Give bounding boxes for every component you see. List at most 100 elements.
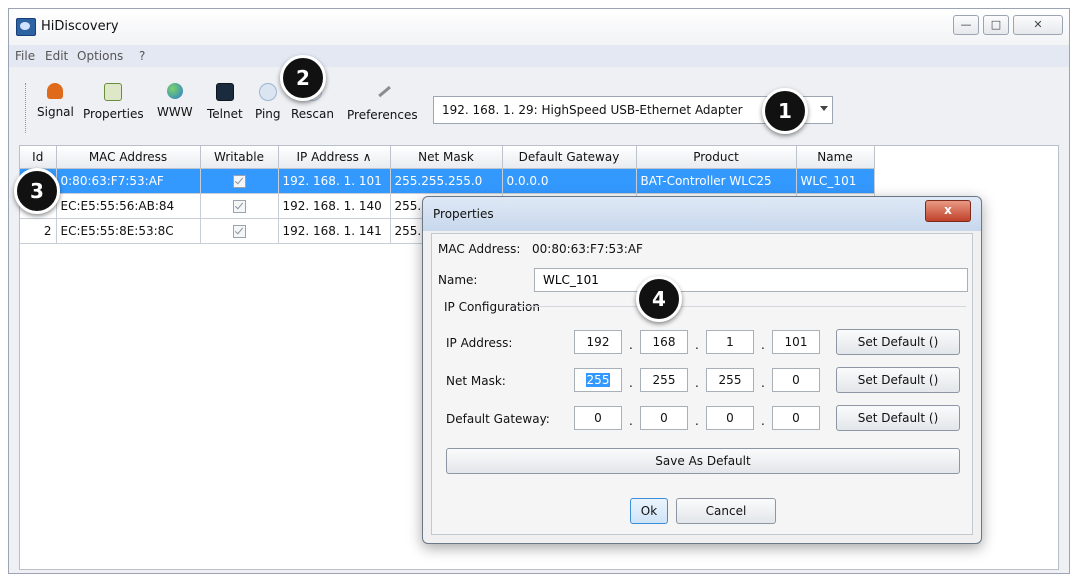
octet-dot: . [761,414,765,428]
cell-id: 2 [20,218,57,244]
dialog-body: MAC Address: 00:80:63:F7:53:AF Name: IP … [431,233,973,535]
cell-mac: 0:80:63:F7:53:AF [56,168,201,194]
dialog-title: Properties [433,207,494,221]
gw-set-default-button[interactable]: Set Default () [836,405,960,431]
mask-octet-1[interactable]: 255 [574,368,622,392]
chevron-down-icon [820,106,828,111]
callout-badge-2: 2 [280,55,326,101]
ip-config-group-title: IP Configuration [444,300,540,314]
cell-gateway: 0.0.0.0 [502,168,637,194]
toolbar: Signal Properties WWW Telnet Ping Rescan… [9,67,1069,145]
window-title: HiDiscovery [41,19,119,34]
toolbar-grip [25,83,28,133]
callout-badge-1: 1 [762,88,808,134]
name-input[interactable] [534,268,968,292]
writable-checkbox[interactable] [232,175,246,188]
table-row[interactable]: 0:80:63:F7:53:AF 192. 168. 1. 101 255.25… [20,168,875,194]
gw-octet-3[interactable]: 0 [706,406,754,430]
menu-bar: File Edit Options ? [9,45,1069,68]
adapter-select-value: 192. 168. 1. 29: HighSpeed USB-Ethernet … [442,103,743,117]
title-bar: HiDiscovery — □ ✕ [9,9,1069,46]
save-as-default-button[interactable]: Save As Default [446,448,960,474]
www-button[interactable]: WWW [157,83,193,119]
ping-button[interactable]: Ping [255,83,281,121]
ip-address-label: IP Address: [446,336,513,350]
menu-help[interactable]: ? [139,49,145,63]
dialog-close-button[interactable]: x [925,200,971,222]
gw-octet-1[interactable]: 0 [574,406,622,430]
mask-octet-4[interactable]: 0 [772,368,820,392]
octet-dot: . [695,338,699,352]
net-mask-label: Net Mask: [446,374,506,388]
name-label: Name: [438,273,478,287]
cell-mac: EC:E5:55:56:AB:84 [56,193,201,219]
window-close-button[interactable]: ✕ [1013,15,1063,35]
menu-file[interactable]: File [15,49,35,63]
preferences-button[interactable]: Preferences [347,79,418,122]
signal-button[interactable]: Signal [37,83,74,119]
ip-octet-1[interactable]: 192 [574,330,622,354]
ip-set-default-button[interactable]: Set Default () [836,329,960,355]
column-header-gateway[interactable]: Default Gateway [502,146,637,169]
properties-button[interactable]: Properties [83,83,144,121]
cell-writable [200,193,279,219]
column-header-id[interactable]: Id [20,146,57,169]
cell-mac: EC:E5:55:8E:53:8C [56,218,201,244]
column-header-product[interactable]: Product [636,146,797,169]
gw-octet-4[interactable]: 0 [772,406,820,430]
minimize-button[interactable]: — [953,15,979,35]
cell-product: BAT-Controller WLC25 [636,168,797,194]
menu-edit[interactable]: Edit [45,49,68,63]
octet-dot: . [761,376,765,390]
properties-icon [104,83,123,101]
maximize-button[interactable]: □ [983,15,1009,35]
column-header-writable[interactable]: Writable [200,146,279,169]
mac-label: MAC Address: [438,242,521,256]
ip-octet-4[interactable]: 101 [772,330,820,354]
cell-ip: 192. 168. 1. 141 [278,218,391,244]
dialog-title-bar: Properties x [423,197,981,231]
mask-set-default-button[interactable]: Set Default () [836,367,960,393]
octet-dot: . [629,338,633,352]
ok-button[interactable]: Ok [630,498,668,524]
octet-dot: . [761,338,765,352]
globe-icon [166,83,183,99]
ping-icon [258,83,277,101]
callout-badge-4: 4 [636,276,682,322]
signal-icon [47,83,64,99]
cell-writable [200,168,279,194]
selected-text: 255 [585,373,611,387]
cell-name: WLC_101 [796,168,875,194]
octet-dot: . [629,414,633,428]
callout-badge-3: 3 [14,168,60,214]
column-header-name[interactable]: Name [796,146,875,169]
writable-checkbox[interactable] [232,200,246,213]
mask-octet-3[interactable]: 255 [706,368,754,392]
terminal-icon [215,83,234,101]
mask-octet-2[interactable]: 255 [640,368,688,392]
octet-dot: . [695,414,699,428]
writable-checkbox[interactable] [232,225,246,238]
properties-dialog: Properties x MAC Address: 00:80:63:F7:53… [422,196,982,544]
column-header-netmask[interactable]: Net Mask [390,146,503,169]
column-header-ip[interactable]: IP Address ∧ [278,146,391,169]
cell-netmask: 255.255.255.0 [390,168,503,194]
octet-dot: . [695,376,699,390]
ip-octet-2[interactable]: 168 [640,330,688,354]
column-header-mac[interactable]: MAC Address [56,146,201,169]
app-eye-icon [16,18,36,36]
ip-octet-3[interactable]: 1 [706,330,754,354]
telnet-button[interactable]: Telnet [207,83,243,121]
cell-writable [200,218,279,244]
group-divider [516,306,966,307]
menu-options[interactable]: Options [77,49,123,63]
cancel-button[interactable]: Cancel [676,498,776,524]
wrench-icon [373,79,392,98]
cell-ip: 192. 168. 1. 140 [278,193,391,219]
octet-dot: . [629,376,633,390]
mac-value: 00:80:63:F7:53:AF [532,242,643,256]
gw-octet-2[interactable]: 0 [640,406,688,430]
table-header: Id MAC Address Writable IP Address ∧ Net… [20,146,875,169]
default-gateway-label: Default Gateway: [446,412,550,426]
cell-ip: 192. 168. 1. 101 [278,168,391,194]
